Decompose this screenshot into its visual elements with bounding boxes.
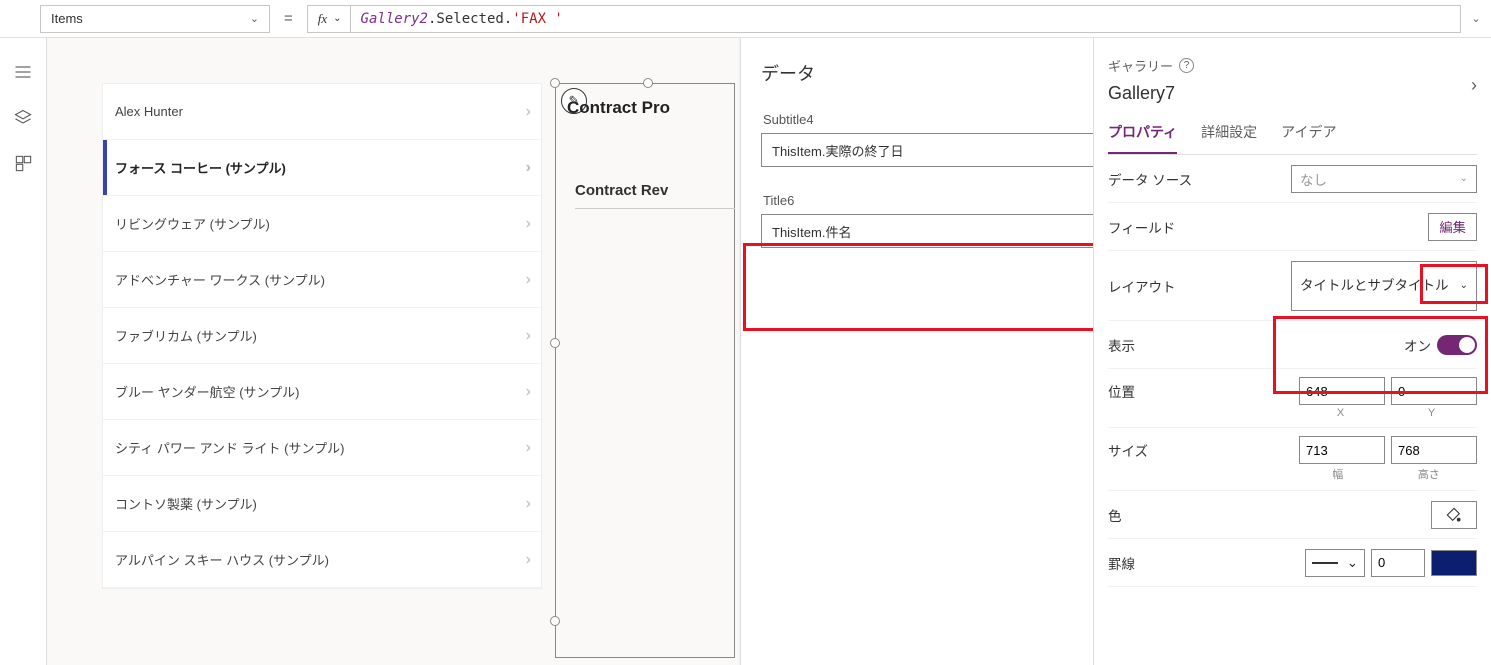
fx-label: fx <box>318 11 327 27</box>
prop-color: 色 <box>1108 491 1477 539</box>
layout-dropdown[interactable]: タイトルとサブタイトル⌄ <box>1291 261 1477 311</box>
gallery1-item[interactable]: アドベンチャー ワークス (サンプル)› <box>103 252 541 308</box>
field-label: Title6 <box>761 193 1093 208</box>
gallery1-item[interactable]: アルパイン スキー ハウス (サンプル)› <box>103 532 541 588</box>
fx-button[interactable]: fx ⌄ <box>307 5 351 33</box>
color-picker[interactable] <box>1431 501 1477 529</box>
gallery1-item[interactable]: Alex Hunter› <box>103 84 541 140</box>
border-style-dropdown[interactable]: ⌄ <box>1305 549 1365 577</box>
title6-binding[interactable]: ThisItem.件名 ⌄ <box>761 214 1093 248</box>
property-selector-label: Items <box>51 11 83 26</box>
properties-panel: ギャラリー ? › Gallery7 プロパティ 詳細設定 アイデア データ ソ… <box>1093 38 1491 665</box>
resize-handle[interactable] <box>643 78 653 88</box>
chevron-down-icon: ⌄ <box>1347 555 1358 571</box>
prop-layout: レイアウト タイトルとサブタイトル⌄ <box>1108 251 1477 321</box>
gallery7-selection[interactable] <box>555 83 735 658</box>
chevron-down-icon: ⌄ <box>1460 280 1468 291</box>
datasource-dropdown[interactable]: なし⌄ <box>1291 165 1477 193</box>
property-tabs: プロパティ 詳細設定 アイデア <box>1108 114 1477 155</box>
canvas[interactable]: Alex Hunter› フォース コーヒー (サンプル)› リビングウェア (… <box>47 38 1093 665</box>
formula-expand[interactable]: ⌄ <box>1461 12 1491 25</box>
chevron-down-icon: ⌄ <box>250 12 259 25</box>
border-width-input[interactable] <box>1371 549 1425 577</box>
tab-properties[interactable]: プロパティ <box>1108 114 1177 154</box>
equals-sign: = <box>284 10 293 27</box>
subtitle4-binding[interactable]: ThisItem.実際の終了日 ⌄ <box>761 133 1093 167</box>
chevron-down-icon: ⌄ <box>1460 173 1468 184</box>
resize-handle[interactable] <box>550 78 560 88</box>
prop-size: サイズ 幅高さ <box>1108 428 1477 491</box>
tab-ideas[interactable]: アイデア <box>1281 114 1336 154</box>
left-rail <box>0 38 47 665</box>
gallery1[interactable]: Alex Hunter› フォース コーヒー (サンプル)› リビングウェア (… <box>102 83 542 589</box>
control-name: Gallery7 <box>1108 83 1477 104</box>
chevron-down-icon: ⌄ <box>333 13 341 24</box>
size-w-input[interactable] <box>1299 436 1385 464</box>
formula-input[interactable]: Gallery2.Selected.'FAX ' <box>351 5 1461 33</box>
prop-fields: フィールド 編集 <box>1108 203 1477 251</box>
resize-handle[interactable] <box>550 338 560 348</box>
chevron-right-icon: › <box>526 327 531 345</box>
resize-handle[interactable] <box>550 616 560 626</box>
field-label: Subtitle4 <box>761 112 1093 127</box>
help-icon[interactable]: ? <box>1179 58 1194 73</box>
chevron-right-icon[interactable]: › <box>1471 75 1477 96</box>
chevron-right-icon: › <box>526 383 531 401</box>
paint-icon <box>1446 507 1462 523</box>
line-icon <box>1312 562 1338 564</box>
size-h-input[interactable] <box>1391 436 1477 464</box>
gallery1-item[interactable]: コントソ製薬 (サンプル)› <box>103 476 541 532</box>
formula-object: Gallery2 <box>361 11 428 27</box>
prop-visible: 表示 オン <box>1108 321 1477 369</box>
formula-literal: 'FAX ' <box>512 11 563 27</box>
gallery1-item[interactable]: シティ パワー アンド ライト (サンプル)› <box>103 420 541 476</box>
data-panel: データ ✕ Subtitle4 ThisItem.実際の終了日 ⌄ Title6… <box>740 38 1093 665</box>
hamburger-icon[interactable] <box>13 62 33 82</box>
chevron-right-icon: › <box>526 103 531 121</box>
gallery1-item[interactable]: フォース コーヒー (サンプル)› <box>103 140 541 196</box>
tab-advanced[interactable]: 詳細設定 <box>1201 114 1257 154</box>
prop-position: 位置 XY <box>1108 369 1477 428</box>
breadcrumb[interactable]: ギャラリー ? <box>1108 56 1477 75</box>
components-icon[interactable] <box>14 154 33 173</box>
chevron-right-icon: › <box>526 271 531 289</box>
prop-border: 罫線 ⌄ <box>1108 539 1477 587</box>
visible-toggle[interactable] <box>1437 335 1477 355</box>
gallery7-row[interactable]: Contract Rev <box>575 173 735 209</box>
layers-icon[interactable] <box>13 108 33 128</box>
position-y-input[interactable] <box>1391 377 1477 405</box>
edit-fields-button[interactable]: 編集 <box>1428 213 1477 241</box>
gallery1-item[interactable]: ファブリカム (サンプル)› <box>103 308 541 364</box>
chevron-right-icon: › <box>526 551 531 569</box>
gallery1-item[interactable]: リビングウェア (サンプル)› <box>103 196 541 252</box>
position-x-input[interactable] <box>1299 377 1385 405</box>
data-panel-title: データ <box>761 60 1093 86</box>
border-color-swatch[interactable] <box>1431 550 1477 576</box>
formula-dot: .Selected. <box>428 11 512 27</box>
prop-datasource: データ ソース なし⌄ <box>1108 155 1477 203</box>
chevron-right-icon: › <box>526 495 531 513</box>
chevron-right-icon: › <box>526 439 531 457</box>
property-selector[interactable]: Items ⌄ <box>40 5 270 33</box>
chevron-right-icon: › <box>526 215 531 233</box>
gallery1-item[interactable]: ブルー ヤンダー航空 (サンプル)› <box>103 364 541 420</box>
gallery7-header: Contract Pro <box>567 98 670 118</box>
chevron-right-icon: › <box>526 159 531 177</box>
